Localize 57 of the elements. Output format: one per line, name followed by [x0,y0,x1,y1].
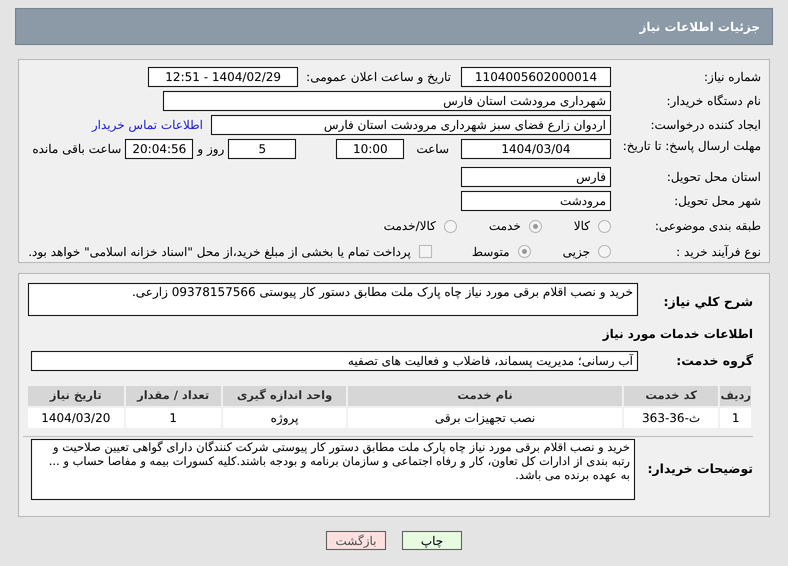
column-header: تاریخ نیاز [27,385,125,407]
text-field[interactable]: 1104005602000014 [461,67,611,87]
field-label: روز و [197,141,224,158]
field-label: شماره نیاز: [704,70,761,84]
field-label: متوسط [472,244,510,261]
radio-button[interactable] [598,245,611,258]
table-cell: پروژه [222,407,348,429]
field-label: شهر محل تحویل: [674,194,761,208]
contact-link[interactable]: اطلاعات تماس خریدار [92,116,203,134]
text-area[interactable]: خرید و نصب اقلام برقی مورد نیاز چاه پارک ملت مطابق دستور کار پیوستی 09378157566 زارعی. [28,283,638,316]
field-label: استان محل تحویل: [666,170,761,184]
field-label: جزیی [562,244,590,261]
field-label: تاریخ و ساعت اعلان عمومی: [306,69,451,86]
field-label: خدمت [488,218,521,236]
field-label: توضیحات خریدار: [647,461,753,476]
page-title: جزئیات اطلاعات نیاز [639,18,760,36]
table-cell: 1 [719,407,752,429]
text-field[interactable]: 1404/02/29 - 12:51 [148,67,298,87]
text-field[interactable]: آب رسانی؛ مدیریت پسماند، فاضلاب و فعالیت های تصفیه [31,351,638,371]
back-button[interactable]: بازگشت [326,531,386,550]
field-label: ساعت باقی مانده [32,141,122,158]
field-label: نوع فرآیند خرید : [676,244,761,259]
section-title: اطلاعات خدمات مورد نیاز [602,326,753,343]
column-header: ردیف [719,385,752,407]
radio-button[interactable] [444,220,457,233]
text-field[interactable]: اردوان زارع فضای سبز شهرداری مرودشت استان فارس [211,115,611,135]
field-label: مهلت ارسال پاسخ: تا تاریخ: [622,139,761,153]
countdown-field[interactable]: 20:04:56 [125,139,194,159]
text-field[interactable]: فارس [461,166,611,187]
text-field[interactable]: 5 [228,139,296,159]
table-cell: 1 [124,407,222,429]
field-label: ساعت [416,141,449,158]
text-field[interactable]: مرودشت [461,190,611,211]
table-cell: نصب تجهیزات برقی [347,407,623,429]
radio-button[interactable] [518,245,531,258]
text-field[interactable]: 1404/03/04 [461,139,611,159]
radio-button[interactable] [528,220,542,233]
field-label: کالا/خدمت [384,218,436,236]
table-cell: ث-36-363 [622,407,720,429]
field-label: ایجاد کننده درخواست: [650,118,761,132]
column-header: واحد اندازه گیری [222,385,348,407]
text-field[interactable]: شهرداری مرودشت استان فارس [163,91,611,111]
text-field[interactable]: 10:00 [336,139,404,159]
radio-button[interactable] [598,220,611,233]
print-button[interactable]: چاپ [402,531,462,550]
column-header: تعداد / مقدار [124,385,222,407]
column-header: نام خدمت [347,385,623,407]
field-label: طبقه بندی موضوعی: [654,219,761,234]
field-label: پرداخت تمام یا بخشی از مبلغ خرید،از محل "اسناد خزانه اسلامی" خواهد بود. [28,244,411,261]
field-label: کالا [574,218,590,236]
checkbox[interactable] [418,245,432,258]
text-area[interactable]: خرید و نصب اقلام برقی مورد نیاز چاه پارک ملت مطابق دستور کار پیوستی شرکت کنندگان دارای گواهی تعیین صلاحیت و رتبه بندی از ادارات کل تعاون، کار و رفاه اجتماعی و سازمان برنامه و بودجه باشند.کلیه کسورات بیمه و مفاصا حساب و ... به عهده برنده می باشد. [31,439,635,500]
field-label: شرح کلي نياز: [664,294,753,309]
field-label: گروه خدمت: [676,352,753,368]
column-header: کد خدمت [622,385,720,407]
table-cell: 1404/03/20 [27,407,125,429]
field-label: نام دستگاه خریدار: [666,94,761,108]
